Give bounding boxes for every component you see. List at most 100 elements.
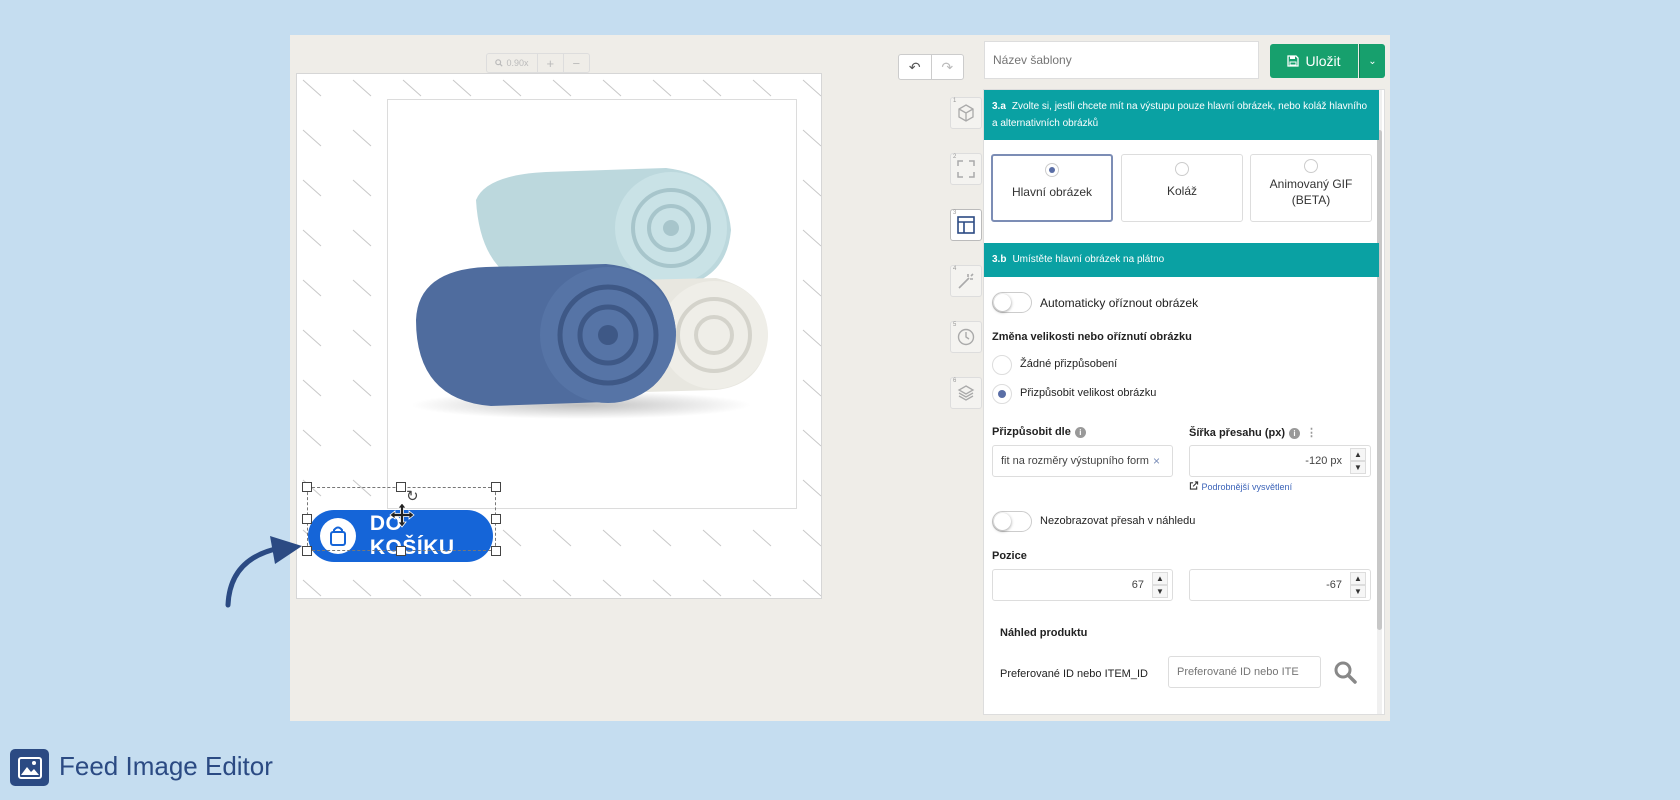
zoom-level[interactable]: 0.90x (487, 54, 538, 72)
fit-by-select[interactable]: fit na rozměry výstupního form × (992, 445, 1173, 477)
step-number: 3 (953, 210, 957, 216)
step-product[interactable]: 1 (950, 97, 982, 129)
spin-down-icon[interactable]: ▼ (1350, 585, 1366, 598)
cube-icon (958, 104, 974, 122)
app-logo-image-icon (10, 749, 49, 786)
fit-by-label: Přizpůsobit dle i (992, 426, 1086, 438)
resize-handle-t[interactable] (396, 482, 406, 492)
position-y-value: -67 (1326, 579, 1342, 591)
resize-handle-br[interactable] (491, 546, 501, 556)
radio-collage[interactable] (1175, 162, 1189, 176)
choice-label: Koláž (1166, 184, 1198, 198)
position-x-input[interactable]: 67 ▲ ▼ (992, 569, 1173, 601)
step-layout[interactable]: 3 (950, 209, 982, 241)
overflow-label: Šířka přesahu (px) i ⋮ (1189, 426, 1317, 439)
overflow-stepper[interactable]: ▲ ▼ (1350, 448, 1366, 474)
position-x-stepper[interactable]: ▲ ▼ (1152, 572, 1168, 598)
step-sidebar: 1 2 3 4 5 6 (950, 97, 984, 433)
step-number: 4 (953, 266, 957, 272)
details-link[interactable]: Podrobnější vysvětlení (1189, 481, 1292, 492)
step-canvas-size[interactable]: 2 (950, 153, 982, 185)
layout-icon (957, 216, 975, 234)
save-button-label: Uložit (1305, 53, 1341, 69)
magic-wand-icon (958, 273, 974, 289)
move-icon[interactable] (389, 502, 415, 528)
template-name-input[interactable] (984, 41, 1259, 79)
hide-overflow-toggle[interactable] (992, 511, 1032, 532)
magnifier-icon (495, 59, 504, 67)
editor-window: 0.90x + − ↻ DO KOŠÍKU ↶ ↷ 1 2 3 4 5 6 Ná… (290, 35, 1390, 721)
preferred-id-label: Preferované ID nebo ITEM_ID (1000, 668, 1148, 680)
external-link-icon (1189, 481, 1199, 490)
radio-fit-size[interactable] (992, 384, 1012, 404)
spin-up-icon[interactable]: ▲ (1350, 572, 1366, 585)
zoom-out-button[interactable]: − (564, 54, 589, 72)
radio-label: Žádné přizpůsobení (1020, 358, 1118, 370)
resize-handle-tr[interactable] (491, 482, 501, 492)
step-layers[interactable]: 6 (950, 377, 982, 409)
step-number: 5 (953, 322, 957, 328)
panel-scrollbar[interactable] (1377, 90, 1382, 714)
auto-crop-toggle[interactable] (992, 292, 1032, 313)
floppy-disk-icon (1287, 55, 1300, 67)
main-image-frame[interactable] (387, 99, 797, 509)
spin-down-icon[interactable]: ▼ (1350, 461, 1366, 474)
towels-product-image (411, 168, 768, 419)
overflow-width-input[interactable]: -120 px ▲ ▼ (1189, 445, 1371, 477)
step-effects[interactable]: 4 (950, 265, 982, 297)
choice-animated-gif[interactable]: Animovaný GIF (BETA) (1250, 154, 1372, 222)
search-icon[interactable] (1333, 660, 1357, 684)
spin-up-icon[interactable]: ▲ (1152, 572, 1168, 585)
info-icon[interactable]: i (1288, 427, 1300, 439)
overflow-text: Šířka přesahu (px) (1189, 427, 1285, 439)
auto-crop-label: Automaticky oříznout obrázek (1040, 296, 1199, 310)
radio-main-image[interactable] (1045, 163, 1059, 177)
section-text: Umístěte hlavní obrázek na plátno (1012, 254, 1165, 265)
choice-collage[interactable]: Koláž (1121, 154, 1243, 222)
undo-button[interactable]: ↶ (899, 55, 932, 79)
step-number: 2 (953, 154, 957, 160)
zoom-value-text: 0.90x (506, 58, 529, 68)
section-3a-header: 3.a Zvolte si, jestli chcete mít na výstu… (984, 90, 1379, 140)
cart-button-layer[interactable]: ↻ DO KOŠÍKU (302, 482, 501, 562)
section-text: Zvolte si, jestli chcete mít na výstupu … (992, 101, 1368, 129)
settings-panel: 3.a Zvolte si, jestli chcete mít na výstu… (983, 89, 1385, 715)
layers-icon (957, 385, 975, 401)
app-title: Feed Image Editor (59, 751, 273, 781)
resize-handle-b[interactable] (396, 546, 406, 556)
more-icon[interactable]: ⋮ (1306, 427, 1317, 439)
save-button[interactable]: Uložit (1270, 44, 1358, 78)
radio-label: Přizpůsobit velikost obrázku (1020, 387, 1157, 399)
overflow-value: -120 px (1305, 455, 1342, 467)
clock-icon (957, 328, 975, 346)
choice-main-image[interactable]: Hlavní obrázek (991, 154, 1113, 222)
save-options-chevron-down-icon[interactable]: ⌄ (1359, 44, 1385, 78)
clear-icon[interactable]: × (1153, 454, 1160, 468)
resize-heading: Změna velikosti nebo oříznutí obrázku (992, 331, 1192, 343)
scrollbar-thumb[interactable] (1377, 130, 1382, 630)
expand-icon (957, 160, 975, 178)
position-y-input[interactable]: -67 ▲ ▼ (1189, 569, 1371, 601)
resize-handle-l[interactable] (302, 514, 312, 524)
step-number: 6 (953, 378, 957, 384)
position-label: Pozice (992, 550, 1027, 562)
zoom-in-button[interactable]: + (538, 54, 564, 72)
resize-handle-tl[interactable] (302, 482, 312, 492)
radio-no-resize[interactable] (992, 355, 1012, 375)
info-icon[interactable]: i (1074, 426, 1086, 438)
preferred-id-input[interactable] (1168, 656, 1321, 688)
resize-handle-r[interactable] (491, 514, 501, 524)
redo-button[interactable]: ↷ (932, 55, 964, 79)
radio-animated-gif[interactable] (1304, 159, 1318, 173)
details-link-text: Podrobnější vysvětlení (1201, 482, 1293, 492)
position-y-stepper[interactable]: ▲ ▼ (1350, 572, 1366, 598)
step-schedule[interactable]: 5 (950, 321, 982, 353)
spin-down-icon[interactable]: ▼ (1152, 585, 1168, 598)
spin-up-icon[interactable]: ▲ (1350, 448, 1366, 461)
hide-overflow-label: Nezobrazovat přesah v náhledu (1040, 515, 1196, 527)
section-3b-header: 3.b Umístěte hlavní obrázek na plátno (984, 243, 1379, 277)
section-number: 3.a (992, 101, 1006, 112)
fit-by-value: fit na rozměry výstupního form (1001, 455, 1149, 467)
pointer-arrow-icon (225, 536, 302, 608)
choice-label: Hlavní obrázek (1011, 185, 1093, 199)
